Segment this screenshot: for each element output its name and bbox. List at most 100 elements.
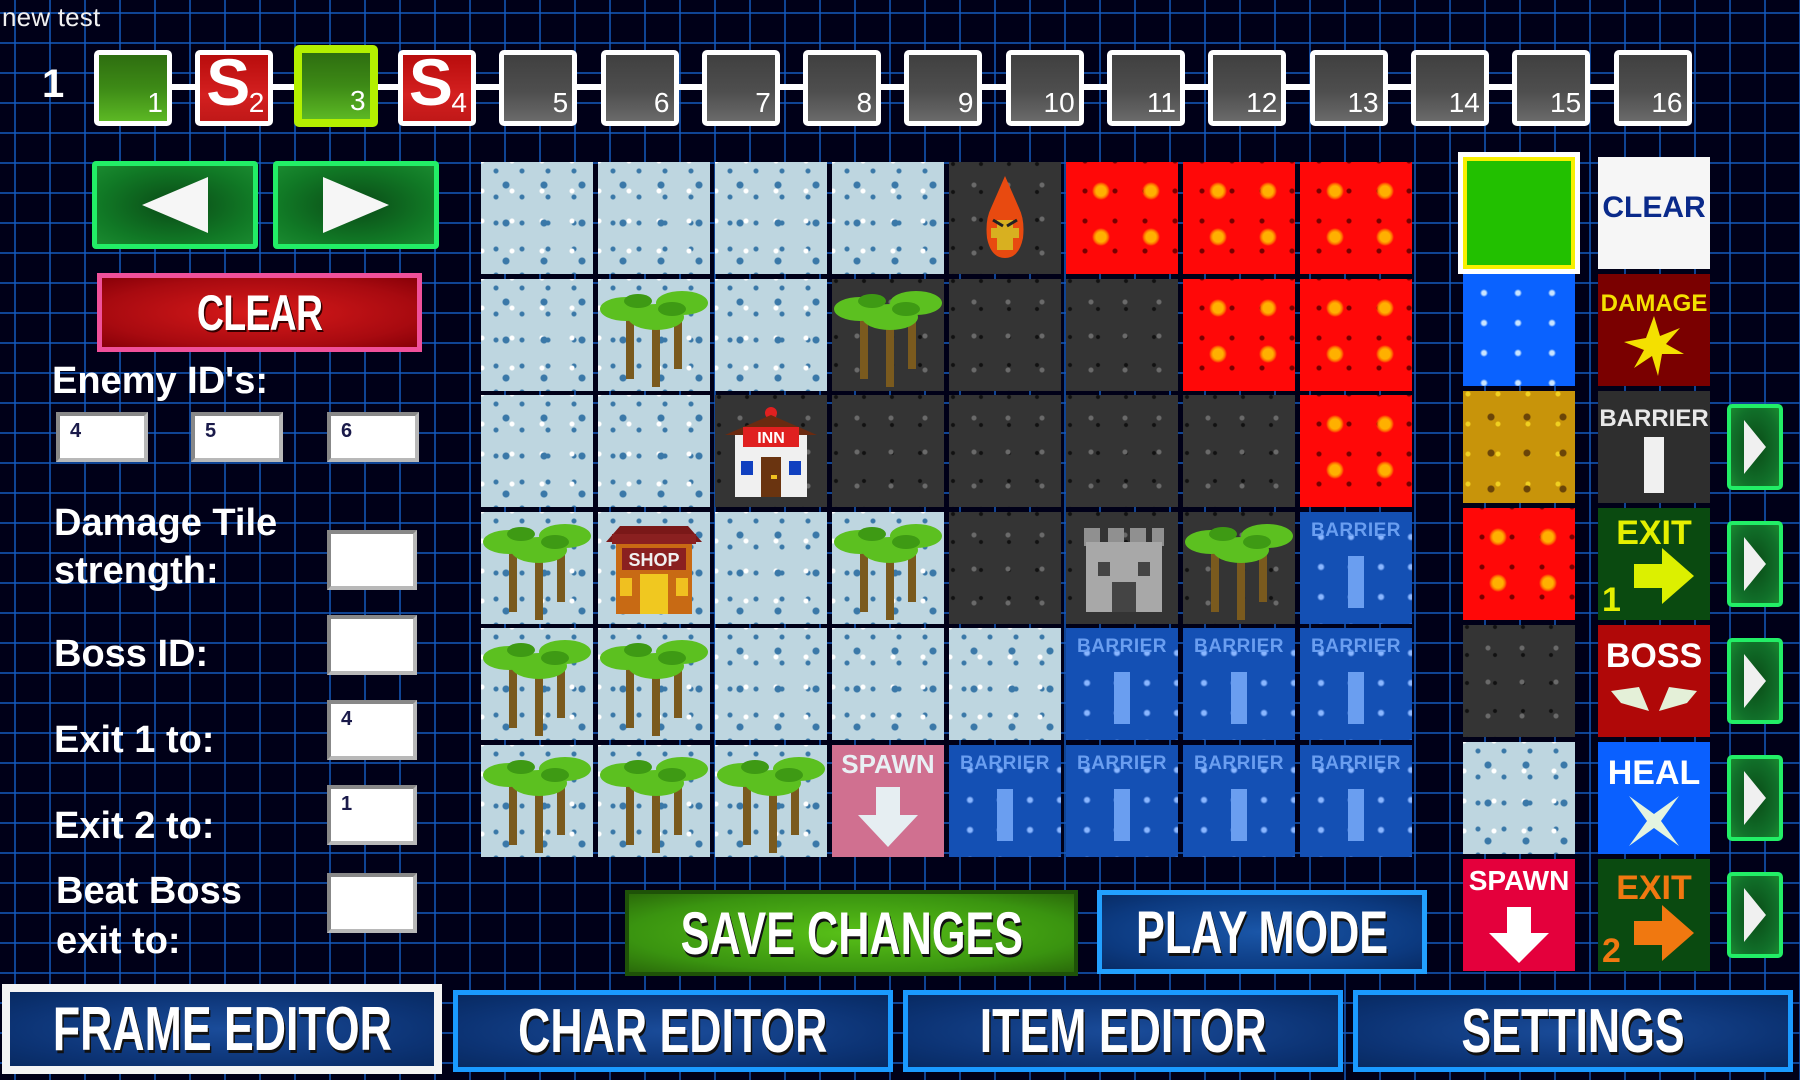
- boss-id-field[interactable]: [327, 615, 417, 675]
- palette-barrier-options-button[interactable]: [1727, 404, 1783, 490]
- enemy-id-field-3[interactable]: 6: [327, 412, 419, 462]
- palette-tile-blue[interactable]: [1463, 274, 1575, 386]
- palette-special-clear[interactable]: CLEAR: [1598, 157, 1710, 269]
- map-tile[interactable]: [832, 162, 944, 274]
- frame-slot-10[interactable]: 10: [1005, 50, 1084, 126]
- map-tile[interactable]: [481, 744, 593, 857]
- palette-tile-grass[interactable]: [1458, 152, 1580, 274]
- exit1-field[interactable]: 4: [327, 700, 417, 760]
- map-tile[interactable]: [1066, 278, 1178, 391]
- frame-slot-4[interactable]: S4: [397, 50, 476, 126]
- frame-slot-15[interactable]: 15: [1512, 50, 1591, 126]
- map-tile[interactable]: [481, 162, 593, 274]
- map-tile[interactable]: [1066, 162, 1178, 274]
- palette-special-exit2[interactable]: EXIT 2: [1598, 859, 1710, 971]
- map-tile[interactable]: [598, 744, 710, 857]
- map-grid[interactable]: INN SHOP BARRIER BARRIER BARRIER BARRIER SPAWN…: [481, 162, 1417, 862]
- map-tile[interactable]: [1300, 395, 1412, 507]
- next-frame-button[interactable]: [273, 161, 439, 249]
- tab-frame-editor[interactable]: FRAME EDITOR: [2, 984, 442, 1074]
- map-tile[interactable]: [1300, 162, 1412, 274]
- map-tile[interactable]: [1066, 395, 1178, 507]
- palette-special-damage[interactable]: DAMAGE: [1598, 274, 1710, 386]
- palette-heal-options-button[interactable]: [1727, 755, 1783, 841]
- palette-special-boss[interactable]: BOSS: [1598, 625, 1710, 737]
- tab-item-editor[interactable]: ITEM EDITOR: [903, 990, 1343, 1072]
- tab-char-editor[interactable]: CHAR EDITOR: [453, 990, 893, 1072]
- frame-slot-9[interactable]: 9: [904, 50, 983, 126]
- map-tile[interactable]: BARRIER: [1300, 628, 1412, 740]
- play-mode-button[interactable]: PLAY MODE: [1097, 890, 1427, 974]
- save-changes-button[interactable]: SAVE CHANGES: [625, 890, 1078, 976]
- palette-special-exit1[interactable]: EXIT 1: [1598, 508, 1710, 620]
- map-tile[interactable]: [715, 162, 827, 274]
- enemy-id-field-2[interactable]: 5: [191, 412, 283, 462]
- frame-slot-7[interactable]: 7: [701, 50, 780, 126]
- map-tile[interactable]: SHOP: [598, 511, 710, 624]
- map-tile[interactable]: [949, 278, 1061, 391]
- map-tile[interactable]: BARRIER: [949, 744, 1061, 857]
- damage-strength-field[interactable]: [327, 530, 417, 590]
- map-tile[interactable]: [1066, 511, 1178, 624]
- frame-slot-6[interactable]: 6: [600, 50, 679, 126]
- clear-frame-button[interactable]: CLEAR: [97, 273, 422, 352]
- map-tile[interactable]: [1183, 395, 1295, 507]
- map-tile[interactable]: BARRIER: [1300, 511, 1412, 624]
- beat-boss-exit-field[interactable]: [327, 873, 417, 933]
- palette-tile-lava[interactable]: [1463, 508, 1575, 620]
- map-tile[interactable]: [715, 628, 827, 740]
- map-tile[interactable]: [832, 395, 944, 507]
- map-tile[interactable]: [481, 278, 593, 391]
- frame-slot-14[interactable]: 14: [1410, 50, 1489, 126]
- map-tile[interactable]: [598, 162, 710, 274]
- map-tile[interactable]: [598, 628, 710, 740]
- map-tile[interactable]: [598, 395, 710, 507]
- map-tile[interactable]: [715, 278, 827, 391]
- map-tile[interactable]: BARRIER: [1066, 628, 1178, 740]
- palette-tile-snow[interactable]: [1463, 742, 1575, 854]
- palette-special-barrier[interactable]: BARRIER: [1598, 391, 1710, 503]
- map-tile[interactable]: BARRIER: [1183, 744, 1295, 857]
- map-tile[interactable]: [1183, 278, 1295, 391]
- frame-slot-12[interactable]: 12: [1208, 50, 1287, 126]
- map-tile[interactable]: [1183, 511, 1295, 624]
- prev-frame-button[interactable]: [92, 161, 258, 249]
- map-tile[interactable]: [832, 628, 944, 740]
- frame-slot-5[interactable]: 5: [499, 50, 578, 126]
- map-tile[interactable]: [598, 278, 710, 391]
- map-tile[interactable]: SPAWN: [832, 744, 944, 857]
- map-tile[interactable]: [832, 278, 944, 391]
- map-tile[interactable]: [481, 628, 593, 740]
- tab-settings[interactable]: SETTINGS: [1353, 990, 1793, 1072]
- map-tile[interactable]: [1183, 162, 1295, 274]
- map-tile[interactable]: [481, 511, 593, 624]
- map-tile[interactable]: [949, 162, 1061, 274]
- frame-slot-1[interactable]: 1: [94, 50, 172, 126]
- map-tile[interactable]: [949, 395, 1061, 507]
- frame-slot-8[interactable]: 8: [803, 50, 882, 126]
- palette-tile-sand[interactable]: [1463, 391, 1575, 503]
- frame-slot-13[interactable]: 13: [1309, 50, 1388, 126]
- map-tile[interactable]: [481, 395, 593, 507]
- map-tile[interactable]: [949, 628, 1061, 740]
- map-tile[interactable]: [949, 511, 1061, 624]
- frame-slot-2[interactable]: S2: [195, 50, 274, 126]
- frame-slot-11[interactable]: 11: [1107, 50, 1185, 126]
- map-tile[interactable]: [1300, 278, 1412, 391]
- map-tile[interactable]: [715, 511, 827, 624]
- map-tile[interactable]: BARRIER: [1183, 628, 1295, 740]
- palette-special-heal[interactable]: HEAL: [1598, 742, 1710, 854]
- map-tile[interactable]: BARRIER: [1300, 744, 1412, 857]
- frame-slot-3[interactable]: 3: [293, 45, 378, 127]
- map-tile[interactable]: [832, 511, 944, 624]
- palette-tile-rock[interactable]: [1463, 625, 1575, 737]
- enemy-id-field-1[interactable]: 4: [56, 412, 148, 462]
- map-tile[interactable]: BARRIER: [1066, 744, 1178, 857]
- palette-boss-options-button[interactable]: [1727, 638, 1783, 724]
- map-tile[interactable]: INN: [715, 395, 827, 507]
- palette-tile-spawn[interactable]: SPAWN: [1463, 859, 1575, 971]
- palette-exit1-options-button[interactable]: [1727, 521, 1783, 607]
- map-tile[interactable]: [715, 744, 827, 857]
- palette-exit2-options-button[interactable]: [1727, 872, 1783, 958]
- frame-slot-16[interactable]: 16: [1613, 50, 1692, 126]
